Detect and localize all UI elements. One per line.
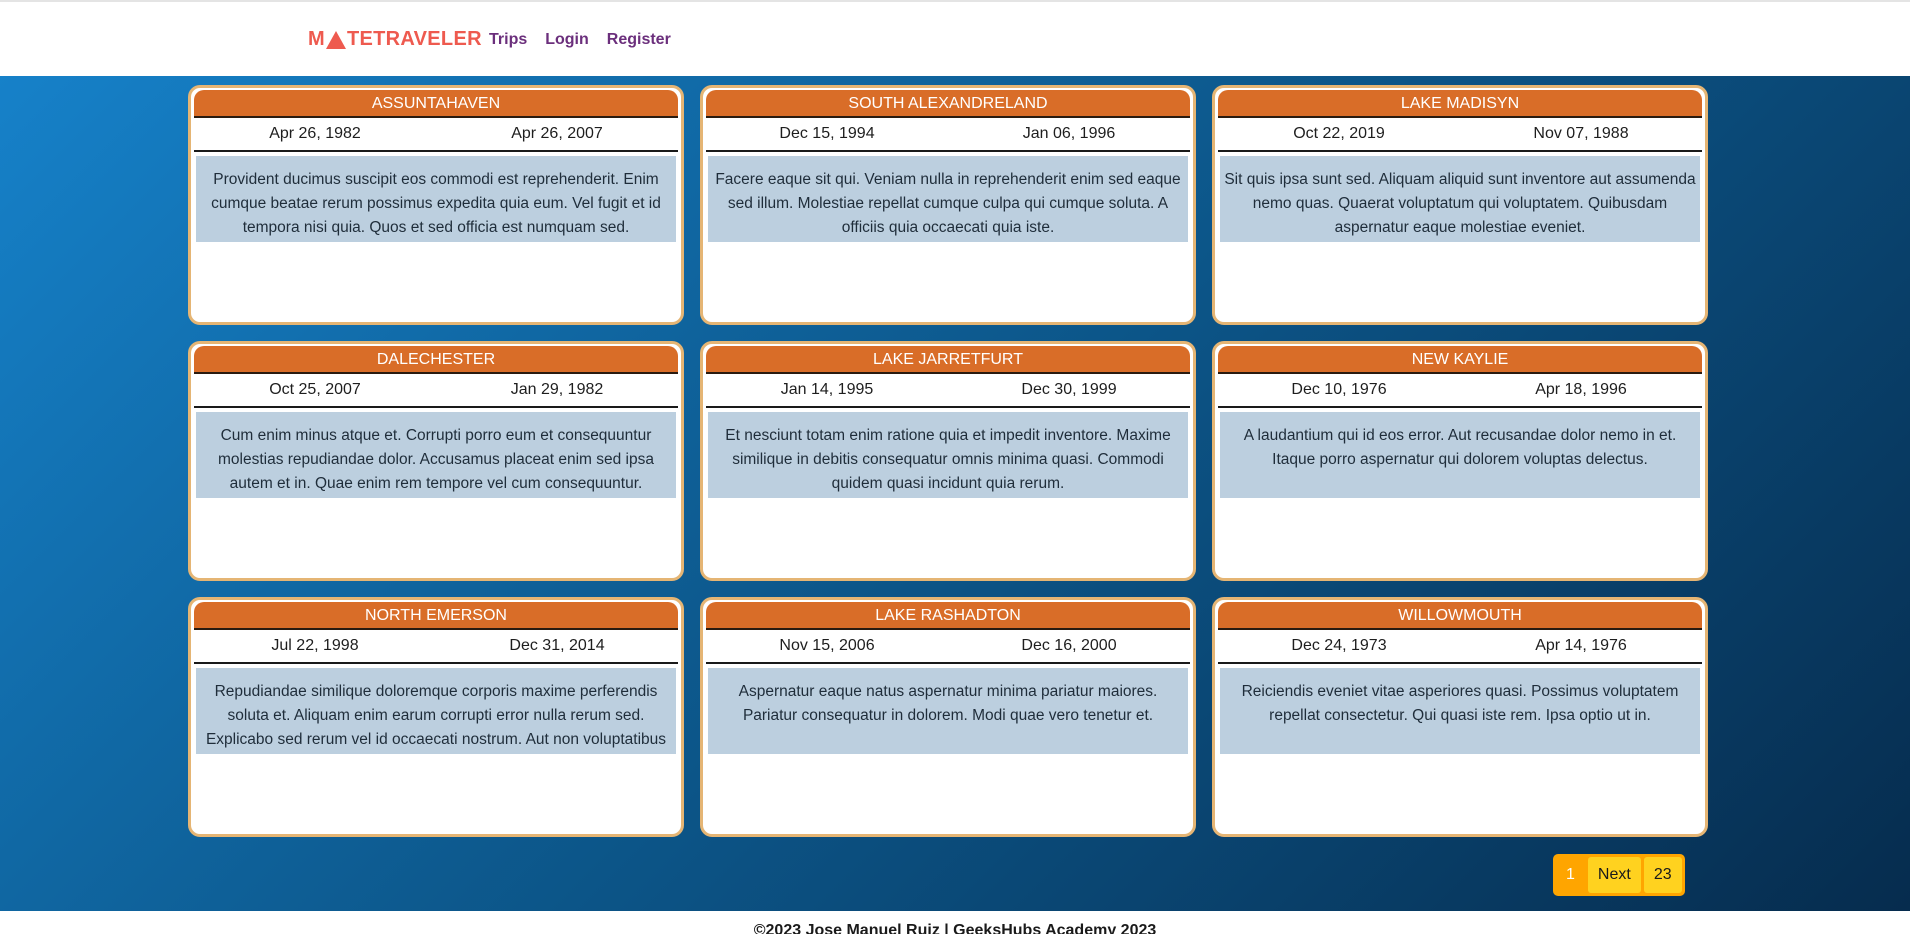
- nav-register-link[interactable]: Register: [607, 31, 671, 49]
- trip-card[interactable]: WILLOWMOUTH Dec 24, 1973 Apr 14, 1976 Re…: [1212, 597, 1708, 837]
- nav-login-link[interactable]: Login: [545, 31, 589, 49]
- trip-end-date: Jan 06, 1996: [1022, 125, 1116, 142]
- trip-card[interactable]: NORTH EMERSON Jul 22, 1998 Dec 31, 2014 …: [188, 597, 684, 837]
- trip-start-date: Apr 26, 1982: [269, 125, 361, 142]
- page-last-button[interactable]: 23: [1643, 857, 1682, 893]
- trip-end-date: Apr 26, 2007: [511, 125, 603, 142]
- brand-logo[interactable]: M TETRAVELER: [308, 28, 482, 51]
- trip-start-date: Dec 24, 1973: [1291, 637, 1387, 654]
- nav-links: Trips Login Register: [489, 31, 671, 49]
- trip-start-date: Oct 25, 2007: [269, 381, 361, 398]
- trips-grid: ASSUNTAHAVEN Apr 26, 1982 Apr 26, 2007 P…: [188, 85, 1708, 837]
- brand-prefix: M: [308, 28, 325, 50]
- trip-title: WILLOWMOUTH: [1218, 602, 1702, 630]
- brand-suffix: TETRAVELER: [346, 28, 482, 50]
- nav-trips-link[interactable]: Trips: [489, 31, 527, 49]
- trip-title: LAKE RASHADTON: [706, 602, 1190, 630]
- trip-end-date: Dec 30, 1999: [1021, 381, 1117, 398]
- trip-title: LAKE JARRETFURT: [706, 346, 1190, 374]
- trip-start-date: Dec 10, 1976: [1291, 381, 1387, 398]
- trip-dates: Dec 24, 1973 Apr 14, 1976: [1218, 630, 1702, 664]
- trip-start-date: Oct 22, 2019: [1293, 125, 1385, 142]
- trip-card[interactable]: DALECHESTER Oct 25, 2007 Jan 29, 1982 Cu…: [188, 341, 684, 581]
- trip-start-date: Dec 15, 1994: [779, 125, 875, 142]
- trip-description: Reiciendis eveniet vitae asperiores quas…: [1220, 668, 1700, 754]
- page-current-button[interactable]: 1: [1556, 857, 1585, 893]
- trip-dates: Dec 10, 1976 Apr 18, 1996: [1218, 374, 1702, 408]
- trip-description: Facere eaque sit qui. Veniam nulla in re…: [708, 156, 1188, 242]
- trip-end-date: Nov 07, 1988: [1533, 125, 1629, 142]
- trip-card[interactable]: NEW KAYLIE Dec 10, 1976 Apr 18, 1996 A l…: [1212, 341, 1708, 581]
- footer-text: ©2023 Jose Manuel Ruiz | GeeksHubs Acade…: [753, 922, 1157, 934]
- page-next-button[interactable]: Next: [1587, 857, 1641, 893]
- trip-end-date: Apr 18, 1996: [1535, 381, 1627, 398]
- trip-description: Aspernatur eaque natus aspernatur minima…: [708, 668, 1188, 754]
- trip-dates: Jan 14, 1995 Dec 30, 1999: [706, 374, 1190, 408]
- trip-start-date: Nov 15, 2006: [779, 637, 875, 654]
- navbar: M TETRAVELER Trips Login Register: [0, 2, 1910, 76]
- trip-start-date: Jul 22, 1998: [271, 637, 359, 654]
- trip-dates: Apr 26, 1982 Apr 26, 2007: [194, 118, 678, 152]
- trip-card[interactable]: SOUTH ALEXANDRELAND Dec 15, 1994 Jan 06,…: [700, 85, 1196, 325]
- mountain-triangle-icon: [325, 31, 346, 49]
- trip-description: Provident ducimus suscipit eos commodi e…: [196, 156, 676, 242]
- trip-description: Et nesciunt totam enim ratione quia et i…: [708, 412, 1188, 498]
- trip-title: ASSUNTAHAVEN: [194, 90, 678, 118]
- footer: ©2023 Jose Manuel Ruiz | GeeksHubs Acade…: [0, 911, 1910, 934]
- trip-card[interactable]: LAKE MADISYN Oct 22, 2019 Nov 07, 1988 S…: [1212, 85, 1708, 325]
- trip-dates: Oct 25, 2007 Jan 29, 1982: [194, 374, 678, 408]
- trip-title: NORTH EMERSON: [194, 602, 678, 630]
- trip-description: Repudiandae similique doloremque corpori…: [196, 668, 676, 754]
- trip-dates: Oct 22, 2019 Nov 07, 1988: [1218, 118, 1702, 152]
- trip-dates: Dec 15, 1994 Jan 06, 1996: [706, 118, 1190, 152]
- trip-end-date: Dec 31, 2014: [509, 637, 605, 654]
- trip-title: SOUTH ALEXANDRELAND: [706, 90, 1190, 118]
- trip-description: Sit quis ipsa sunt sed. Aliquam aliquid …: [1220, 156, 1700, 242]
- trip-dates: Jul 22, 1998 Dec 31, 2014: [194, 630, 678, 664]
- trip-end-date: Dec 16, 2000: [1021, 637, 1117, 654]
- trip-description: A laudantium qui id eos error. Aut recus…: [1220, 412, 1700, 498]
- trip-description: Cum enim minus atque et. Corrupti porro …: [196, 412, 676, 498]
- trip-card[interactable]: LAKE RASHADTON Nov 15, 2006 Dec 16, 2000…: [700, 597, 1196, 837]
- trip-title: DALECHESTER: [194, 346, 678, 374]
- trip-title: NEW KAYLIE: [1218, 346, 1702, 374]
- trip-card[interactable]: LAKE JARRETFURT Jan 14, 1995 Dec 30, 199…: [700, 341, 1196, 581]
- trip-title: LAKE MADISYN: [1218, 90, 1702, 118]
- trip-start-date: Jan 14, 1995: [780, 381, 874, 398]
- pagination: 1 Next 23: [1553, 854, 1685, 896]
- trip-end-date: Apr 14, 1976: [1535, 637, 1627, 654]
- trips-main-area: ASSUNTAHAVEN Apr 26, 1982 Apr 26, 2007 P…: [0, 76, 1910, 911]
- trip-card[interactable]: ASSUNTAHAVEN Apr 26, 1982 Apr 26, 2007 P…: [188, 85, 684, 325]
- trip-end-date: Jan 29, 1982: [510, 381, 604, 398]
- trip-dates: Nov 15, 2006 Dec 16, 2000: [706, 630, 1190, 664]
